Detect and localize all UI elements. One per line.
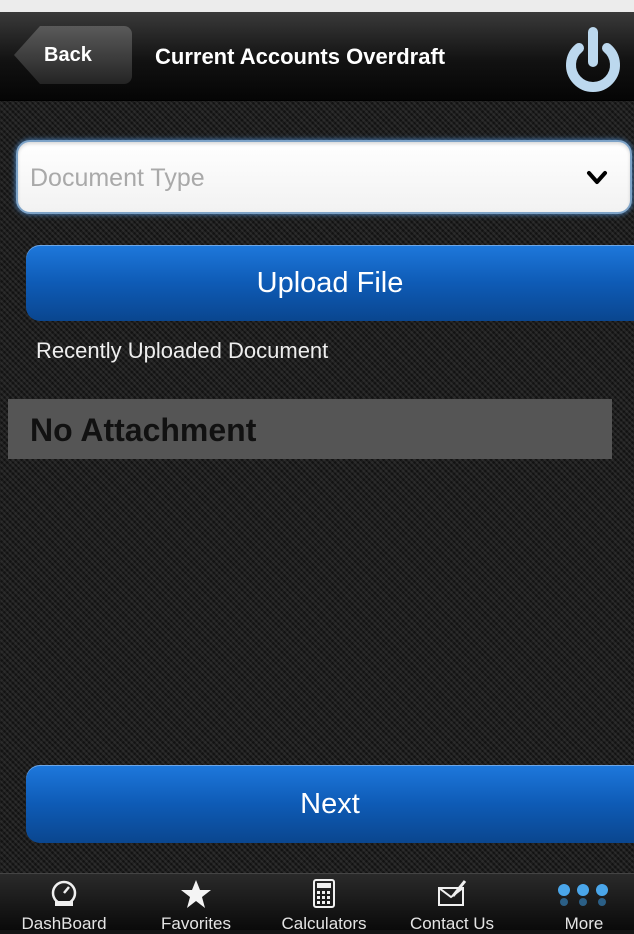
tab-bar: DashBoard Favorites Calculators Contact … (0, 873, 634, 933)
document-type-placeholder: Document Type (30, 164, 205, 192)
tab-favorites[interactable]: Favorites (136, 874, 256, 933)
tab-label: Favorites (161, 914, 231, 933)
tab-calculators[interactable]: Calculators (264, 874, 384, 933)
status-strip (0, 0, 634, 12)
tab-label: Calculators (281, 914, 367, 933)
back-button[interactable]: Back (14, 26, 132, 84)
tab-label: DashBoard (21, 914, 107, 933)
app-screen: Back Current Accounts Overdraft Document… (0, 0, 634, 933)
tab-more[interactable]: More (524, 874, 634, 933)
recent-documents-label: Recently Uploaded Document (36, 338, 329, 363)
page-title: Current Accounts Overdraft (155, 44, 446, 69)
next-button[interactable]: Next (26, 765, 634, 843)
more-icon (552, 878, 616, 915)
tab-label: Contact Us (409, 914, 495, 933)
navigation-bar: Back Current Accounts Overdraft (0, 12, 634, 101)
dashboard-icon (47, 878, 81, 915)
contact-icon (435, 878, 469, 915)
tab-contact-us[interactable]: Contact Us (392, 874, 512, 933)
tab-dashboard[interactable]: DashBoard (4, 874, 124, 933)
upload-file-button[interactable]: Upload File (26, 245, 634, 321)
star-icon (179, 878, 213, 915)
chevron-down-icon (586, 170, 608, 191)
attachment-row: No Attachment (8, 399, 612, 459)
power-icon[interactable] (560, 26, 626, 96)
attachment-status: No Attachment (30, 412, 257, 448)
calculator-icon (311, 878, 337, 915)
document-type-select[interactable]: Document Type (16, 140, 632, 214)
tab-label: More (564, 914, 604, 933)
